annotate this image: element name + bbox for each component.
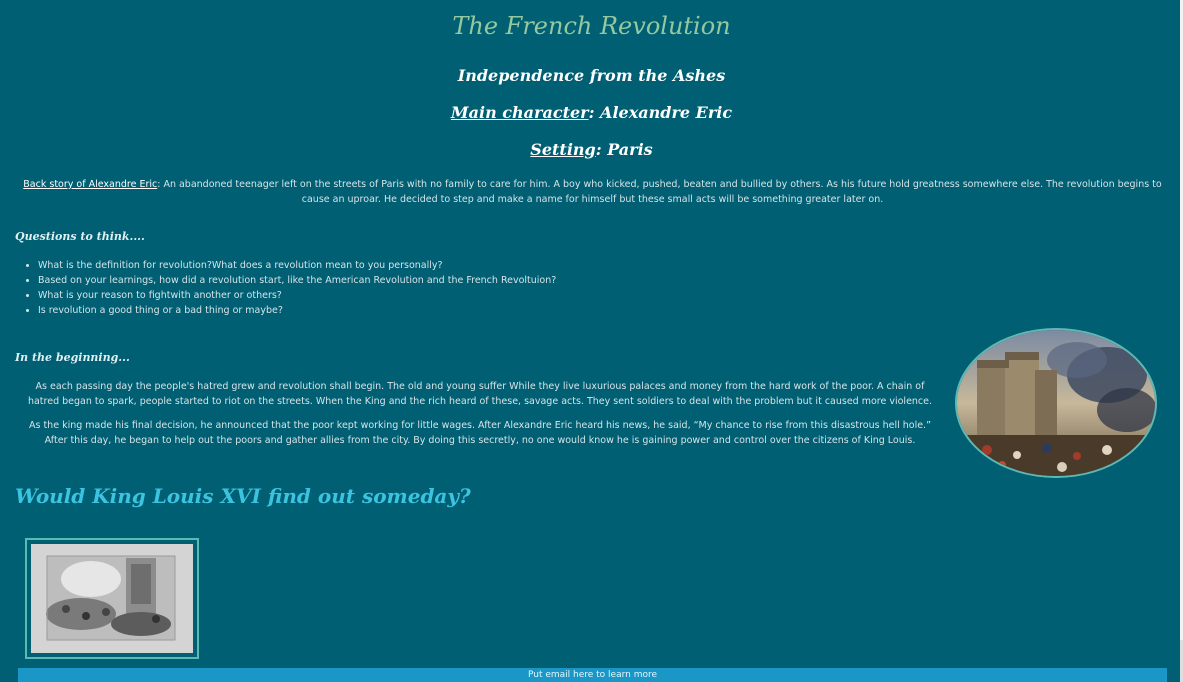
list-item: Based on your learnings, how did a revol… bbox=[38, 273, 556, 288]
setting-value: : Paris bbox=[595, 140, 653, 159]
main-character-value: : Alexandre Eric bbox=[588, 103, 733, 122]
page-title: The French Revolution bbox=[452, 12, 731, 40]
backstory-paragraph: Back story of Alexandre Eric: An abandon… bbox=[20, 177, 1165, 207]
story-subtitle: Independence from the Ashes bbox=[457, 66, 726, 85]
bastille-painting-image bbox=[955, 328, 1157, 478]
engraving-image bbox=[25, 538, 199, 659]
main-character-line: Main character: Alexandre Eric bbox=[0, 103, 1183, 122]
page: The French Revolution Independence from … bbox=[0, 0, 1180, 682]
beginning-paragraph-1: As each passing day the people's hatred … bbox=[27, 381, 933, 407]
list-item: What is the definition for revolution?Wh… bbox=[38, 258, 556, 273]
bastille-painting-illustration bbox=[957, 330, 1155, 476]
questions-heading: Questions to think.... bbox=[15, 230, 145, 243]
engraving-inner bbox=[31, 544, 193, 653]
email-signup-button[interactable]: Put email here to learn more bbox=[18, 668, 1167, 682]
list-item: Is revolution a good thing or a bad thin… bbox=[38, 303, 556, 318]
questions-list: What is the definition for revolution?Wh… bbox=[22, 258, 556, 318]
backstory-text: : An abandoned teenager left on the stre… bbox=[157, 179, 1162, 205]
main-character-label: Main character bbox=[450, 103, 589, 122]
beginning-paragraph-2: As the king made his final decision, he … bbox=[28, 420, 931, 446]
question-heading: Would King Louis XVI find out someday? bbox=[15, 484, 471, 508]
setting-line: Setting: Paris bbox=[0, 140, 1183, 159]
engraving-illustration bbox=[31, 544, 193, 653]
setting-label: Setting bbox=[530, 140, 596, 159]
backstory-link[interactable]: Back story of Alexandre Eric bbox=[23, 179, 157, 190]
beginning-heading: In the beginning... bbox=[15, 351, 130, 364]
list-item: What is your reason to fightwith another… bbox=[38, 288, 556, 303]
